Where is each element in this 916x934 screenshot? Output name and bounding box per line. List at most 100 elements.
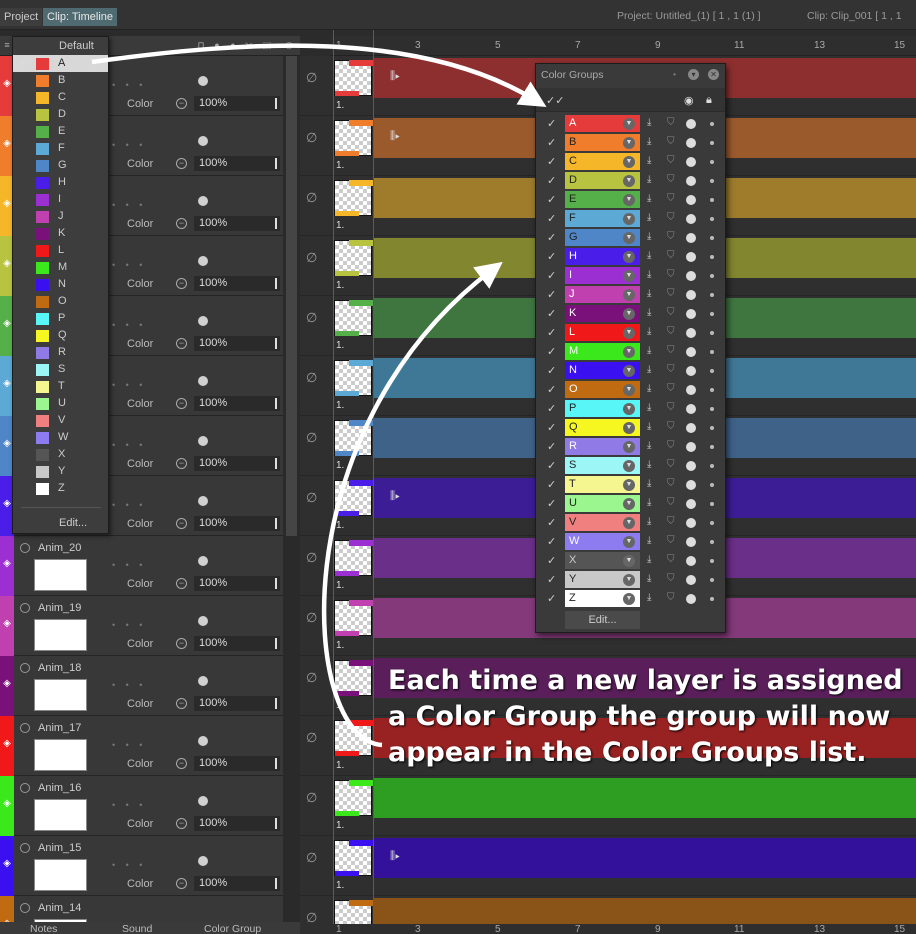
download-icon[interactable]: ⤓	[647, 269, 651, 280]
lock-icon[interactable]: 🔒︎	[706, 94, 712, 107]
check-icon[interactable]: ✓	[547, 497, 556, 510]
visibility-dot[interactable]	[686, 271, 696, 281]
download-icon[interactable]: ⤓	[647, 364, 651, 375]
visibility-dot[interactable]	[686, 575, 696, 585]
minus-icon[interactable]: −	[176, 578, 187, 589]
visibility-dot[interactable]	[686, 176, 696, 186]
check-icon[interactable]: ✓	[547, 136, 556, 149]
download-icon[interactable]: ⤓	[647, 155, 651, 166]
visibility-dot[interactable]	[686, 328, 696, 338]
opacity-knob[interactable]	[198, 796, 208, 806]
minus-icon[interactable]: −	[176, 158, 187, 169]
shield-icon[interactable]: ⛉	[667, 554, 675, 565]
dropdown-item[interactable]: T	[13, 378, 108, 395]
color-group-swatch[interactable]: S ▼	[565, 457, 640, 474]
minus-icon[interactable]: −	[176, 218, 187, 229]
null-icon[interactable]: ∅	[306, 190, 317, 206]
lock-dot[interactable]	[710, 445, 714, 449]
shield-icon[interactable]: ⛉	[667, 497, 675, 508]
tab-sound[interactable]: Sound	[122, 923, 152, 934]
check-icon[interactable]: ✓	[547, 440, 556, 453]
layer-row[interactable]: ◈ Anim_18 • • • Color −100%	[0, 656, 300, 716]
lock-dot[interactable]	[710, 464, 714, 468]
visibility-dot[interactable]	[686, 290, 696, 300]
download-icon[interactable]: ⤓	[647, 193, 651, 204]
download-icon[interactable]: ⤓	[647, 440, 651, 451]
select-icon[interactable]: ⬚	[262, 40, 272, 50]
chevron-down-icon[interactable]: ▼	[623, 346, 635, 358]
color-group-swatch[interactable]: Y ▼	[565, 571, 640, 588]
lock-dot[interactable]	[710, 521, 714, 525]
opacity-field[interactable]: 100%	[194, 276, 280, 291]
chevron-down-icon[interactable]: ▼	[623, 384, 635, 396]
download-icon[interactable]: ⤓	[647, 231, 651, 242]
cel-thumbnail[interactable]	[334, 720, 373, 756]
shield-icon[interactable]: ⛉	[667, 345, 675, 356]
color-group-row[interactable]: ✓ P ▼ ⤓ ⛉	[536, 399, 725, 418]
track-row[interactable]: ∅ 1.	[300, 776, 916, 836]
check-icon[interactable]: ✓	[547, 212, 556, 225]
chevron-down-icon[interactable]: ▼	[623, 308, 635, 320]
check-icon[interactable]: ✓	[547, 364, 556, 377]
color-group-swatch[interactable]: E ▼	[565, 191, 640, 208]
dropdown-item[interactable]: R	[13, 344, 108, 361]
visibility-icon[interactable]	[20, 603, 30, 613]
shield-icon[interactable]: ⛉	[667, 212, 675, 223]
lock-icon[interactable]: ⊓	[196, 40, 206, 50]
visibility-dot[interactable]	[686, 309, 696, 319]
download-icon[interactable]: ⤓	[647, 554, 651, 565]
cel-thumbnail[interactable]	[334, 780, 373, 816]
visibility-dot[interactable]	[686, 157, 696, 167]
check-icon[interactable]: ✓	[547, 193, 556, 206]
check-icon[interactable]: ✓	[547, 269, 556, 282]
opacity-field[interactable]: 100%	[194, 696, 280, 711]
dropdown-item[interactable]: X	[13, 446, 108, 463]
shield-icon[interactable]: ⛉	[667, 326, 675, 337]
opacity-field[interactable]: 100%	[194, 756, 280, 771]
opacity-field[interactable]: 100%	[194, 96, 280, 111]
chevron-down-icon[interactable]: ▼	[623, 593, 635, 605]
layer-row[interactable]: ◈ Anim_20 • • • Color −100%	[0, 536, 300, 596]
color-group-row[interactable]: ✓ Z ▼ ⤓ ⛉	[536, 589, 725, 608]
download-icon[interactable]: ⤓	[647, 307, 651, 318]
color-group-swatch[interactable]: R ▼	[565, 438, 640, 455]
dropdown-item[interactable]: O	[13, 293, 108, 310]
dropdown-item[interactable]: B	[13, 72, 108, 89]
color-group-row[interactable]: ✓ G ▼ ⤓ ⛉	[536, 228, 725, 247]
cel-thumbnail[interactable]	[334, 420, 373, 456]
lock-dot[interactable]	[710, 369, 714, 373]
null-icon[interactable]: ∅	[306, 670, 317, 686]
settings-icon[interactable]: ◎	[284, 40, 294, 50]
light-icon[interactable]: ●	[228, 40, 238, 50]
visibility-dot[interactable]	[686, 138, 696, 148]
track-bar[interactable]	[374, 838, 916, 878]
check-icon[interactable]: ✓	[547, 326, 556, 339]
visibility-dot[interactable]	[686, 442, 696, 452]
cel-thumbnail[interactable]	[334, 540, 373, 576]
color-group-row[interactable]: ✓ L ▼ ⤓ ⛉	[536, 323, 725, 342]
color-group-swatch[interactable]: N ▼	[565, 362, 640, 379]
null-icon[interactable]: ∅	[306, 130, 317, 146]
color-group-row[interactable]: ✓ V ▼ ⤓ ⛉	[536, 513, 725, 532]
check-all-icon[interactable]: ✓✓	[546, 94, 564, 107]
timeline-ruler[interactable]: 1 3 5 7 9 11 13 15	[330, 36, 916, 56]
chevron-down-icon[interactable]: ▼	[623, 441, 635, 453]
shield-icon[interactable]: ⛉	[667, 421, 675, 432]
chevron-down-icon[interactable]: ▼	[623, 365, 635, 377]
cel-thumbnail[interactable]	[334, 300, 373, 336]
download-icon[interactable]: ⤓	[647, 573, 651, 584]
chevron-down-icon[interactable]: ▼	[623, 517, 635, 529]
color-group-swatch[interactable]: J ▼	[565, 286, 640, 303]
track-row[interactable]: ∅ 1. ⫼▸	[300, 836, 916, 896]
null-icon[interactable]: ∅	[306, 610, 317, 626]
check-icon[interactable]: ✓	[547, 288, 556, 301]
layer-row[interactable]: ◈ Anim_15 • • • Color −100%	[0, 836, 300, 896]
opacity-field[interactable]: 100%	[194, 516, 280, 531]
shield-icon[interactable]: ⛉	[667, 440, 675, 451]
download-icon[interactable]: ⤓	[647, 212, 651, 223]
dropdown-item[interactable]: I	[13, 191, 108, 208]
shield-icon[interactable]: ⛉	[667, 535, 675, 546]
download-icon[interactable]: ⤓	[647, 516, 651, 527]
opacity-knob[interactable]	[198, 256, 208, 266]
lock-dot[interactable]	[710, 274, 714, 278]
